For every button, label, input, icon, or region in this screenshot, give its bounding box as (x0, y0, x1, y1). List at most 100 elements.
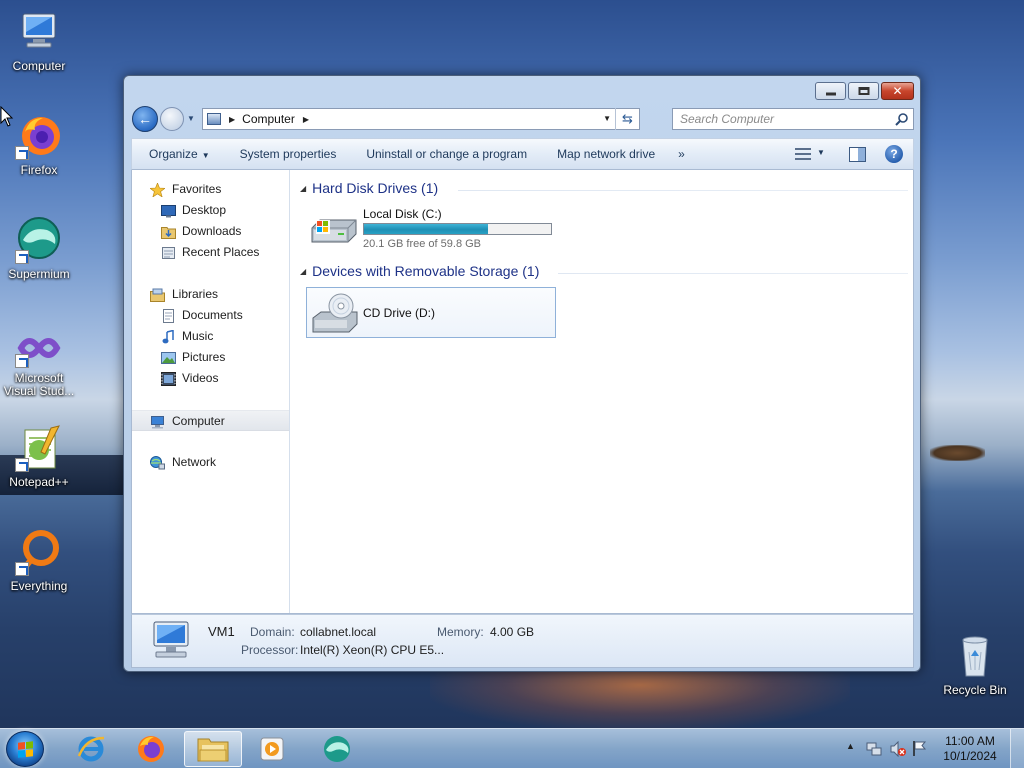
nav-recent-places[interactable]: Recent Places (132, 242, 289, 263)
group-divider (458, 190, 908, 191)
nav-music[interactable]: Music (132, 326, 289, 347)
details-pane: VM1 Domain: collabnet.local Memory: 4.00… (131, 614, 914, 668)
nav-label: Desktop (182, 203, 227, 217)
explorer-window[interactable]: ✕ ← ▼ ▶ Computer ▶ ▼ ⇆ Organize▼ System … (123, 75, 921, 672)
wallpaper-rock (930, 445, 985, 461)
nav-downloads[interactable]: Downloads (132, 221, 289, 242)
organize-button[interactable]: Organize ▼ (132, 139, 225, 169)
view-list-icon (795, 148, 811, 160)
volume-muted-icon[interactable] (890, 741, 906, 757)
group-header-removable-storage[interactable]: ◢ Devices with Removable Storage (1) (300, 263, 539, 283)
taskbar-firefox[interactable] (122, 731, 180, 767)
recycle-bin-icon (951, 632, 999, 680)
mouse-cursor-icon (0, 106, 14, 127)
maximize-icon (858, 87, 869, 95)
search-box[interactable] (672, 108, 914, 130)
taskbar-media-player[interactable] (244, 731, 302, 767)
drive-free-space: 20.1 GB free of 59.8 GB (363, 238, 482, 250)
hard-drive-icon (311, 219, 357, 243)
nav-pictures[interactable]: Pictures (132, 347, 289, 368)
drive-cd-d[interactable]: CD Drive (D:) (306, 287, 556, 338)
internet-explorer-icon (77, 736, 105, 762)
drive-usage-bar (363, 223, 552, 235)
processor-value: Intel(R) Xeon(R) CPU E5... (300, 643, 445, 657)
collapse-triangle-icon[interactable]: ◢ (300, 184, 306, 193)
computer-icon (153, 621, 189, 658)
firefox-icon (138, 736, 164, 762)
desktop-icon-supermium[interactable]: Supermium (0, 216, 78, 281)
command-bar-right: ▼ ? (789, 139, 913, 169)
nav-desktop[interactable]: Desktop (132, 200, 289, 221)
nav-favorites[interactable]: Favorites (132, 179, 289, 200)
supermium-icon (324, 736, 350, 762)
desktop-icon-everything[interactable]: Everything (0, 528, 78, 593)
uninstall-program-button[interactable]: Uninstall or change a program (351, 139, 542, 169)
recent-pages-dropdown[interactable]: ▼ (187, 114, 195, 123)
nav-label: Favorites (172, 182, 222, 196)
start-button[interactable] (6, 731, 44, 767)
nav-label: Computer (172, 414, 225, 428)
forward-button[interactable] (160, 107, 184, 131)
network-icon (150, 456, 165, 470)
search-icon[interactable] (895, 112, 909, 126)
nav-videos[interactable]: Videos (132, 368, 289, 389)
breadcrumb-separator-icon[interactable]: ▶ (229, 115, 235, 124)
organize-label: Organize (149, 147, 198, 161)
desktop-icon-computer[interactable]: Computer (0, 8, 78, 73)
clock[interactable]: 11:00 AM 10/1/2024 (938, 734, 1002, 764)
everything-icon (15, 528, 63, 576)
drive-local-disk-c[interactable]: Local Disk (C:) 20.1 GB free of 59.8 GB (306, 206, 556, 254)
desktop-icon (161, 205, 176, 218)
shortcut-arrow-icon (15, 562, 29, 576)
star-icon (150, 183, 165, 197)
back-button[interactable]: ← (132, 106, 158, 132)
taskbar-internet-explorer[interactable] (62, 731, 120, 767)
domain-label: Domain: (250, 625, 295, 639)
collapse-triangle-icon[interactable]: ◢ (300, 267, 306, 276)
minimize-icon (825, 92, 836, 96)
shortcut-arrow-icon (15, 146, 29, 160)
taskbar-windows-explorer[interactable] (184, 731, 242, 767)
chevron-down-icon: ▼ (817, 148, 825, 157)
nav-documents[interactable]: Documents (132, 305, 289, 326)
preview-pane-button[interactable] (843, 139, 871, 169)
show-hidden-icons-button[interactable]: ▲ (846, 741, 855, 751)
taskbar-supermium[interactable] (308, 731, 366, 767)
drive-name: CD Drive (D:) (363, 306, 435, 320)
address-bar[interactable]: ▶ Computer ▶ ▼ ⇆ (202, 108, 640, 130)
memory-value: 4.00 GB (490, 625, 535, 639)
breadcrumb-separator-icon[interactable]: ▶ (303, 115, 309, 124)
refresh-button[interactable]: ⇆ (615, 108, 639, 130)
windows-explorer-icon (197, 738, 229, 762)
command-bar: Organize ▼ System properties Uninstall or… (131, 138, 914, 170)
minimize-button[interactable] (815, 82, 846, 100)
address-history-dropdown[interactable]: ▼ (603, 114, 611, 123)
search-input[interactable] (673, 109, 883, 129)
system-properties-button[interactable]: System properties (225, 139, 352, 169)
breadcrumb-computer[interactable]: Computer (242, 112, 295, 126)
taskbar: ▲ 11:00 AM 10/1/2024 (0, 728, 1024, 768)
shortcut-arrow-icon (15, 250, 29, 264)
desktop-icon-recycle-bin[interactable]: Recycle Bin (936, 632, 1014, 697)
nav-network[interactable]: Network (132, 452, 289, 473)
clock-date: 10/1/2024 (943, 749, 997, 763)
maximize-button[interactable] (848, 82, 879, 100)
map-network-drive-button[interactable]: Map network drive (542, 139, 670, 169)
change-view-button[interactable]: ▼ (789, 139, 829, 169)
show-desktop-button[interactable] (1010, 729, 1024, 768)
network-tray-icon[interactable] (866, 741, 882, 757)
navigation-pane[interactable]: Favorites Desktop Downloads Recent Place… (132, 170, 290, 613)
more-commands-button[interactable]: » (670, 139, 693, 169)
nav-label: Videos (182, 371, 219, 385)
group-header-hard-disk-drives[interactable]: ◢ Hard Disk Drives (1) (300, 180, 438, 200)
nav-libraries[interactable]: Libraries (132, 284, 289, 305)
help-button[interactable]: ? (885, 145, 903, 163)
action-center-flag-icon[interactable] (912, 740, 928, 757)
desktop-icon-notepad-plus-plus[interactable]: Notepad++ (0, 424, 78, 489)
items-view[interactable]: ◢ Hard Disk Drives (1) Local Disk (C:) 2… (290, 170, 913, 613)
nav-computer[interactable]: Computer (132, 410, 289, 431)
content-area: Favorites Desktop Downloads Recent Place… (131, 170, 914, 614)
desktop-icon-visual-studio[interactable]: Microsoft Visual Stud... (0, 328, 78, 398)
processor-label: Processor: (241, 643, 299, 657)
close-button[interactable]: ✕ (881, 82, 914, 100)
